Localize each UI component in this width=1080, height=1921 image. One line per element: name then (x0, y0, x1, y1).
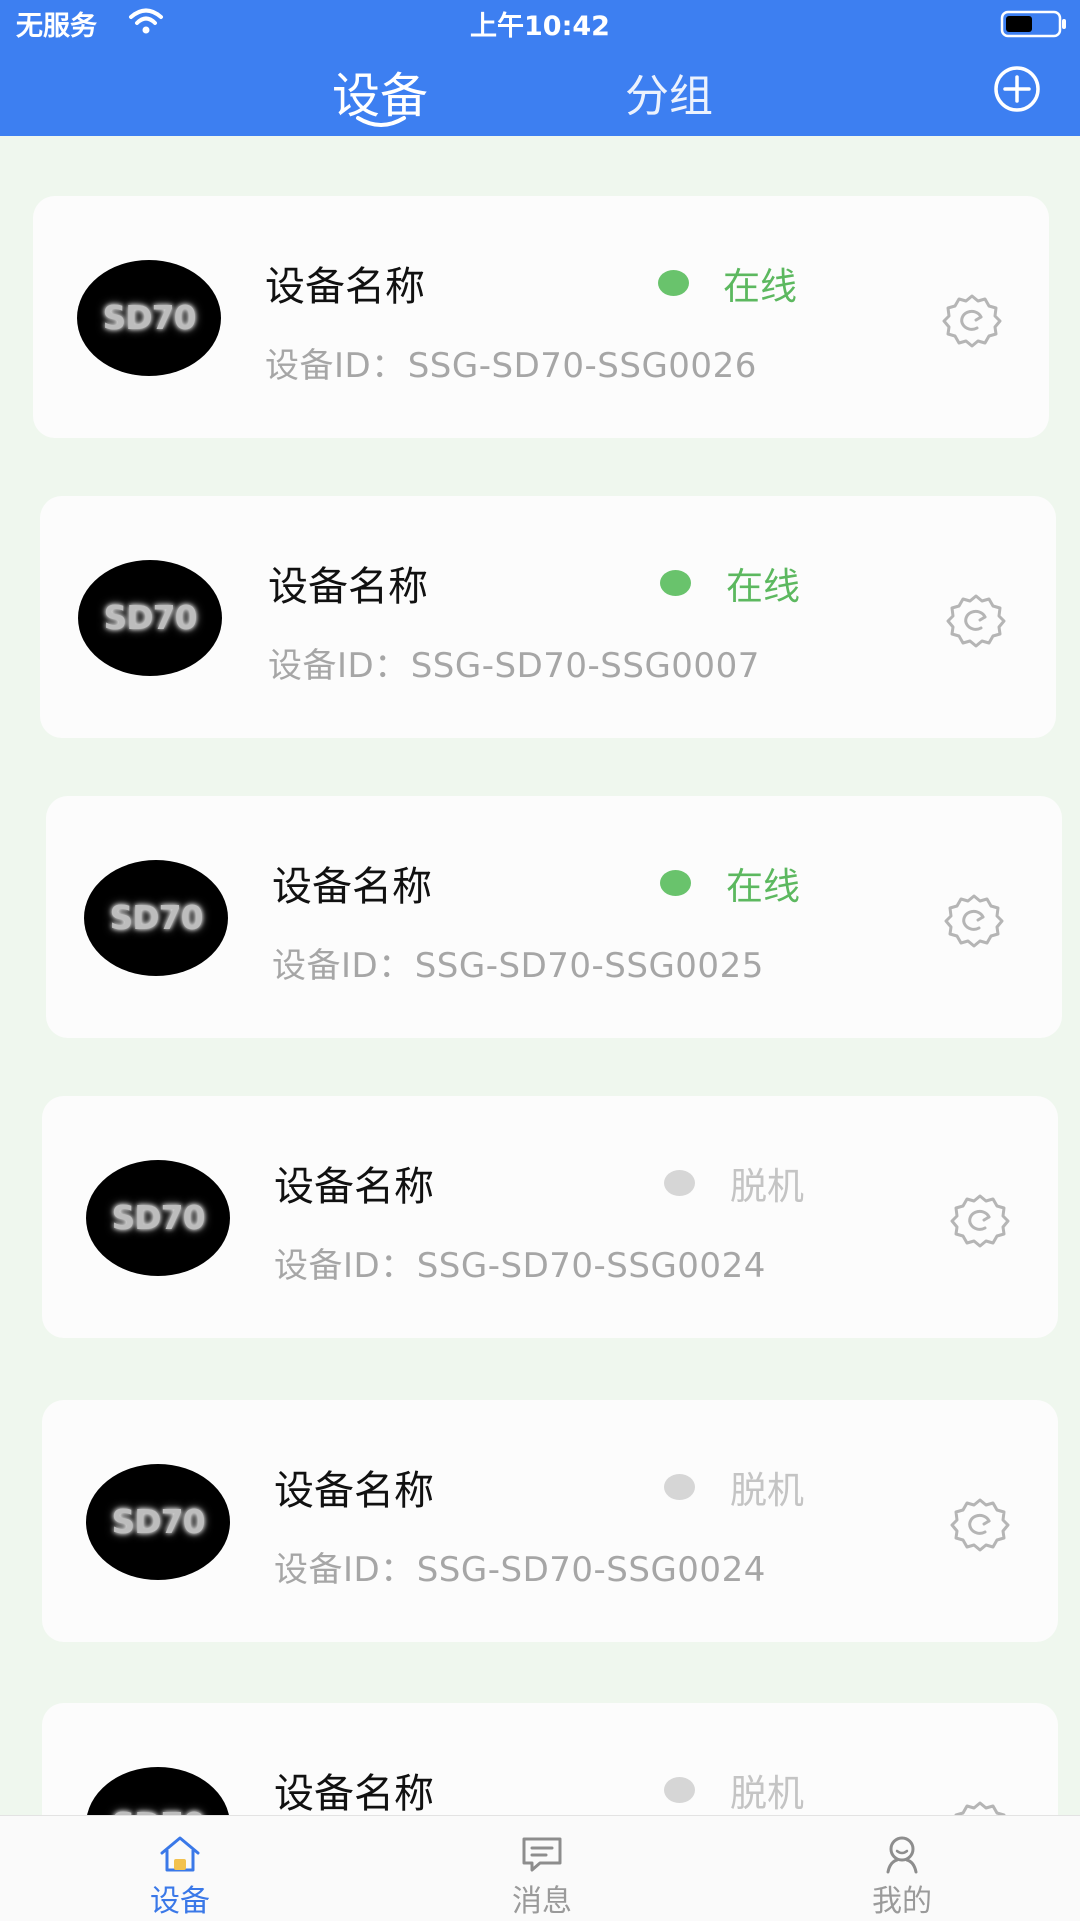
gear-icon[interactable] (947, 1494, 1013, 1552)
home-icon (160, 1836, 200, 1872)
device-name: 设备名称 (274, 1468, 434, 1514)
plus-circle-icon[interactable] (992, 64, 1042, 114)
status-text: 在线 (726, 865, 800, 908)
device-avatar-logo: SD70 (86, 1767, 230, 1816)
nav-label: 我的 (872, 1884, 932, 1919)
gear-icon[interactable] (947, 1190, 1013, 1248)
gear-icon[interactable] (941, 890, 1007, 948)
device-avatar: SD70 (86, 1464, 230, 1580)
gear-icon[interactable] (943, 590, 1009, 648)
device-avatar-logo: SD70 (102, 298, 196, 337)
nav-item-messages[interactable]: 消息 (442, 1816, 642, 1921)
device-id-value: SSG-SD70-SSG0024 (416, 1246, 766, 1286)
device-name: 设备名称 (272, 864, 432, 910)
status-text: 在线 (723, 265, 797, 308)
nav-item-devices[interactable]: 设备 (80, 1816, 280, 1921)
nav-item-mine[interactable]: 我的 (802, 1816, 1002, 1921)
device-id-label: 设备ID： (272, 946, 413, 986)
status-dot (664, 1170, 695, 1196)
device-avatar: SD70 (77, 260, 221, 376)
nav-label: 设备 (150, 1884, 210, 1919)
device-id-label: 设备ID： (274, 1550, 415, 1590)
device-id-value: SSG-SD70-SSG0026 (407, 346, 757, 386)
status-dot (660, 870, 691, 896)
device-name: 设备名称 (268, 564, 428, 610)
status-bar: 无服务 上午10:42 (0, 0, 1080, 44)
app-header: 无服务 上午10:42 设备 分组 (0, 0, 1080, 136)
device-id-label: 设备ID： (274, 1246, 415, 1286)
device-avatar-logo: SD70 (103, 598, 197, 637)
device-avatar: SD70 (86, 1160, 230, 1276)
device-card[interactable]: SD70 设备名称 在线 设备ID：SSG-SD70-SSG0007 (40, 496, 1056, 738)
device-avatar-logo: SD70 (111, 1198, 205, 1237)
device-id-label: 设备ID： (268, 646, 409, 686)
status-text: 在线 (726, 565, 800, 608)
gear-icon[interactable] (939, 290, 1005, 348)
status-text: 脱机 (730, 1469, 804, 1512)
device-id: 设备ID：SSG-SD70-SSG0026 (265, 338, 757, 387)
device-card[interactable]: SD70 设备名称 脱机 设备ID：SSG-SD70-SSG0024 (42, 1096, 1058, 1338)
bottom-nav: 设备 消息 我的 (0, 1815, 1080, 1921)
gear-icon[interactable] (947, 1797, 1013, 1816)
device-id-value: SSG-SD70-SSG0007 (410, 646, 760, 686)
status-text: 脱机 (730, 1165, 804, 1208)
user-icon (886, 1836, 918, 1874)
device-id: 设备ID：SSG-SD70-SSG0025 (272, 938, 764, 987)
device-name: 设备名称 (274, 1771, 434, 1816)
tab-groups[interactable]: 分组 (625, 60, 713, 124)
tab-active-indicator (356, 116, 406, 127)
device-id: 设备ID：SSG-SD70-SSG0007 (268, 638, 760, 687)
device-id: 设备ID：SSG-SD70-SSG0024 (274, 1238, 766, 1287)
device-name: 设备名称 (274, 1164, 434, 1210)
status-text: 脱机 (730, 1772, 804, 1815)
device-avatar-logo: SD70 (109, 898, 203, 937)
device-name: 设备名称 (265, 264, 425, 310)
device-avatar: SD70 (86, 1767, 230, 1816)
device-id-value: SSG-SD70-SSG0024 (416, 1550, 766, 1590)
status-dot (658, 270, 689, 296)
device-avatar-logo: SD70 (111, 1502, 205, 1541)
device-id-label: 设备ID： (265, 346, 406, 386)
device-card[interactable]: SD70 设备名称 脱机 设备ID：SSG-SD70-SSG0024 (42, 1400, 1058, 1642)
battery-icon (1000, 10, 1066, 38)
device-card[interactable]: SD70 设备名称 在线 设备ID：SSG-SD70-SSG0026 (33, 196, 1049, 438)
device-list[interactable]: SD70 设备名称 在线 设备ID：SSG-SD70-SSG0026 SD70 … (0, 136, 1080, 1816)
clock: 上午10:42 (470, 11, 610, 42)
device-avatar: SD70 (84, 860, 228, 976)
message-icon (522, 1837, 562, 1872)
device-avatar: SD70 (78, 560, 222, 676)
device-id-value: SSG-SD70-SSG0025 (414, 946, 764, 986)
device-card[interactable]: SD70 设备名称 脱机 (42, 1703, 1058, 1816)
device-card[interactable]: SD70 设备名称 在线 设备ID：SSG-SD70-SSG0025 (46, 796, 1062, 1038)
status-dot (664, 1474, 695, 1500)
device-id: 设备ID：SSG-SD70-SSG0024 (274, 1542, 766, 1591)
status-dot (660, 570, 691, 596)
status-dot (664, 1777, 695, 1803)
nav-label: 消息 (512, 1884, 572, 1919)
